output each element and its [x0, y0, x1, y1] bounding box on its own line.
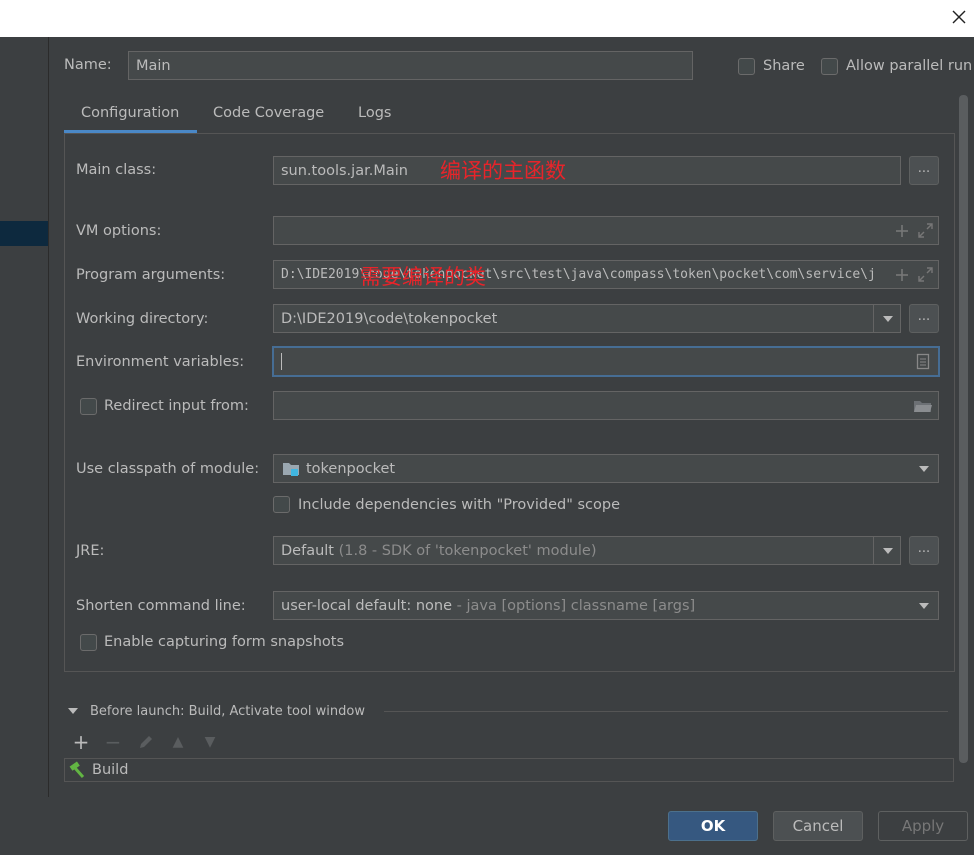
redirect-input-label: Redirect input from: [104, 398, 249, 414]
plus-icon[interactable] [894, 267, 910, 283]
config-tree-selected-item[interactable] [0, 221, 48, 246]
classpath-module-select[interactable]: tokenpocket [273, 454, 939, 483]
chevron-down-icon [68, 708, 78, 714]
document-icon[interactable] [916, 353, 930, 370]
apply-button[interactable]: Apply [878, 811, 968, 841]
working-directory-input[interactable]: D:\IDE2019\code\tokenpocket [273, 304, 901, 333]
jre-dropdown[interactable] [873, 536, 901, 565]
include-dependencies-checkbox[interactable] [273, 496, 290, 513]
main-class-label: Main class: [76, 162, 157, 178]
tab-configuration[interactable]: Configuration [81, 95, 179, 133]
cancel-button[interactable]: Cancel [773, 811, 863, 841]
working-directory-value: D:\IDE2019\code\tokenpocket [281, 310, 498, 327]
config-tree-pane[interactable] [0, 37, 49, 797]
environment-variables-label: Environment variables: [76, 354, 245, 370]
move-down-icon[interactable]: ▼ [200, 732, 220, 752]
title-bar [0, 0, 974, 37]
working-directory-browse-button[interactable]: ... [909, 304, 939, 333]
shorten-command-line-label: Shorten command line: [76, 598, 246, 614]
text-cursor [281, 353, 282, 370]
working-directory-label: Working directory: [76, 311, 209, 327]
folder-icon[interactable] [913, 398, 933, 413]
share-checkbox[interactable] [738, 58, 755, 75]
chevron-down-icon[interactable] [919, 466, 929, 472]
shorten-command-line-value: user-local default: none [281, 597, 453, 614]
redirect-input-checkbox[interactable] [80, 398, 97, 415]
before-launch-divider [384, 711, 948, 712]
main-class-input[interactable]: sun.tools.jar.Main [273, 156, 901, 185]
close-icon[interactable] [948, 6, 970, 28]
before-launch-toggle[interactable] [68, 708, 78, 714]
program-arguments-annotation: 需要编译的类 [360, 265, 486, 289]
chevron-down-icon [882, 547, 893, 554]
tab-code-coverage[interactable]: Code Coverage [213, 95, 324, 133]
shorten-command-line-hint: - java [options] classname [args] [456, 597, 696, 614]
allow-parallel-label: Allow parallel run [846, 58, 973, 74]
include-dependencies-label: Include dependencies with "Provided" sco… [298, 497, 621, 513]
capture-snapshots-checkbox[interactable] [80, 634, 97, 651]
jre-select[interactable]: Default (1.8 - SDK of 'tokenpocket' modu… [273, 536, 901, 565]
jre-value: Default [281, 542, 334, 559]
main-class-browse-button[interactable]: ... [909, 156, 939, 185]
jre-browse-button[interactable]: ... [909, 536, 939, 565]
capture-snapshots-label: Enable capturing form snapshots [104, 634, 345, 650]
jre-value-hint: (1.8 - SDK of 'tokenpocket' module) [338, 542, 597, 559]
jre-label: JRE: [76, 543, 105, 559]
move-up-icon[interactable]: ▲ [168, 732, 188, 752]
before-launch-item-build[interactable]: Build [92, 762, 128, 778]
shorten-command-line-select[interactable]: user-local default: none - java [options… [273, 591, 939, 620]
add-icon[interactable]: + [71, 732, 91, 752]
environment-variables-input[interactable] [272, 346, 940, 377]
hammer-icon [69, 761, 85, 778]
before-launch-list[interactable] [64, 758, 954, 782]
chevron-down-icon[interactable] [919, 603, 929, 609]
name-label: Name: [64, 57, 112, 73]
tab-logs[interactable]: Logs [358, 95, 391, 133]
ok-button[interactable]: OK [668, 811, 758, 841]
classpath-module-label: Use classpath of module: [76, 461, 260, 477]
expand-icon[interactable] [917, 266, 934, 283]
program-arguments-label: Program arguments: [76, 267, 226, 283]
module-folder-icon [283, 462, 299, 476]
vm-options-label: VM options: [76, 223, 162, 239]
plus-icon[interactable] [894, 223, 910, 239]
chevron-down-icon [882, 315, 893, 322]
main-class-annotation: 编译的主函数 [440, 159, 566, 183]
classpath-module-value: tokenpocket [306, 460, 396, 477]
vm-options-input[interactable] [273, 216, 939, 245]
allow-parallel-checkbox[interactable] [821, 58, 838, 75]
edit-icon[interactable] [137, 733, 155, 751]
working-directory-dropdown[interactable] [873, 304, 901, 333]
vertical-scrollbar[interactable] [959, 95, 968, 763]
redirect-input-field[interactable] [273, 391, 939, 420]
remove-icon[interactable]: − [103, 732, 123, 752]
before-launch-title: Before launch: Build, Activate tool wind… [90, 704, 365, 719]
main-class-value: sun.tools.jar.Main [281, 162, 408, 179]
expand-icon[interactable] [917, 222, 934, 239]
share-label: Share [763, 58, 805, 74]
name-input[interactable]: Main [128, 51, 693, 80]
